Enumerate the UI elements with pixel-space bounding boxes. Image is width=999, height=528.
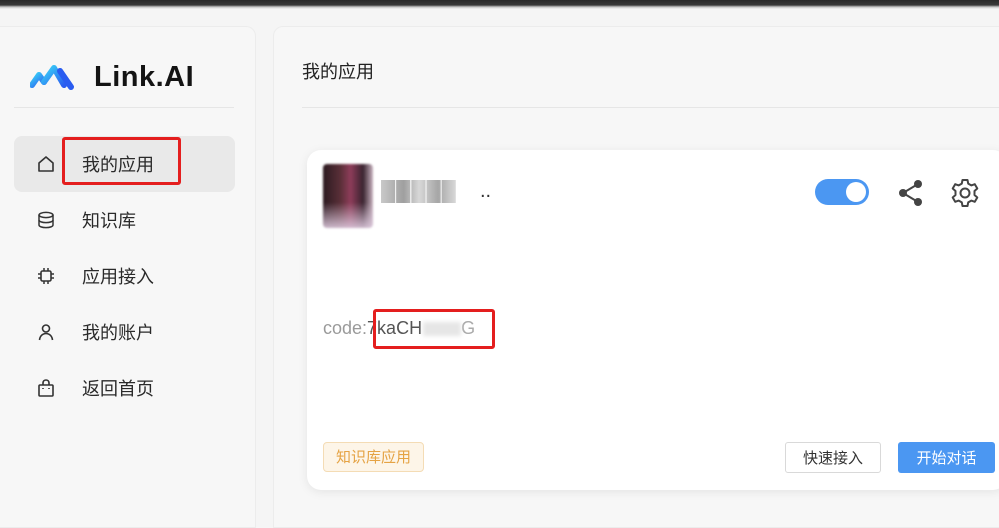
sidebar-item-app-integration[interactable]: 应用接入 <box>14 248 235 304</box>
link-ai-logo-icon <box>30 64 74 90</box>
chip-icon <box>35 265 57 287</box>
code-value: 7kaCH <box>367 318 423 338</box>
sidebar-nav: 我的应用 知识库 应用接入 我的账户 返回首页 <box>14 136 235 416</box>
home-icon <box>35 153 57 175</box>
sidebar-item-knowledge-base[interactable]: 知识库 <box>14 192 235 248</box>
sidebar-item-label: 应用接入 <box>82 267 154 287</box>
divider <box>14 107 234 108</box>
shopping-bag-icon <box>35 377 57 399</box>
app-name-ellipsis: .. <box>480 180 492 202</box>
sidebar-item-label: 我的应用 <box>82 155 154 175</box>
window-top-edge <box>0 0 999 9</box>
app-card[interactable]: █████ .. code:7kaCH G 知识库应用 快速接入 开始对话 <box>307 150 999 490</box>
sidebar-item-my-account[interactable]: 我的账户 <box>14 304 235 360</box>
sidebar-item-back-home[interactable]: 返回首页 <box>14 360 235 416</box>
sidebar-item-label: 返回首页 <box>82 379 154 399</box>
page-title: 我的应用 <box>302 62 374 82</box>
database-icon <box>35 209 57 231</box>
toggle-knob <box>846 182 866 202</box>
sidebar-item-label: 知识库 <box>82 211 136 231</box>
logo-text: Link.AI <box>94 61 195 93</box>
sidebar: Link.AI 我的应用 知识库 应用接入 我的账户 返回首页 <box>0 26 256 528</box>
code-label: code: <box>323 318 368 338</box>
app-avatar <box>323 164 373 228</box>
code-tail: G <box>461 318 476 338</box>
code-redacted <box>423 322 462 337</box>
share-button[interactable] <box>896 178 926 208</box>
app-name-redacted: █████ <box>381 180 457 202</box>
share-icon <box>899 180 922 206</box>
logo[interactable]: Link.AI <box>30 61 194 94</box>
gear-icon <box>951 179 979 207</box>
settings-button[interactable] <box>949 177 981 209</box>
app-code: code:7kaCH G <box>323 318 475 339</box>
start-chat-button[interactable]: 开始对话 <box>898 442 995 473</box>
sidebar-item-my-apps[interactable]: 我的应用 <box>14 136 235 192</box>
app-type-tag: 知识库应用 <box>323 442 425 472</box>
sidebar-item-label: 我的账户 <box>82 323 154 343</box>
user-icon <box>35 321 57 343</box>
quick-access-button[interactable]: 快速接入 <box>785 442 881 473</box>
app-enable-toggle[interactable] <box>815 179 869 205</box>
divider <box>302 107 999 108</box>
